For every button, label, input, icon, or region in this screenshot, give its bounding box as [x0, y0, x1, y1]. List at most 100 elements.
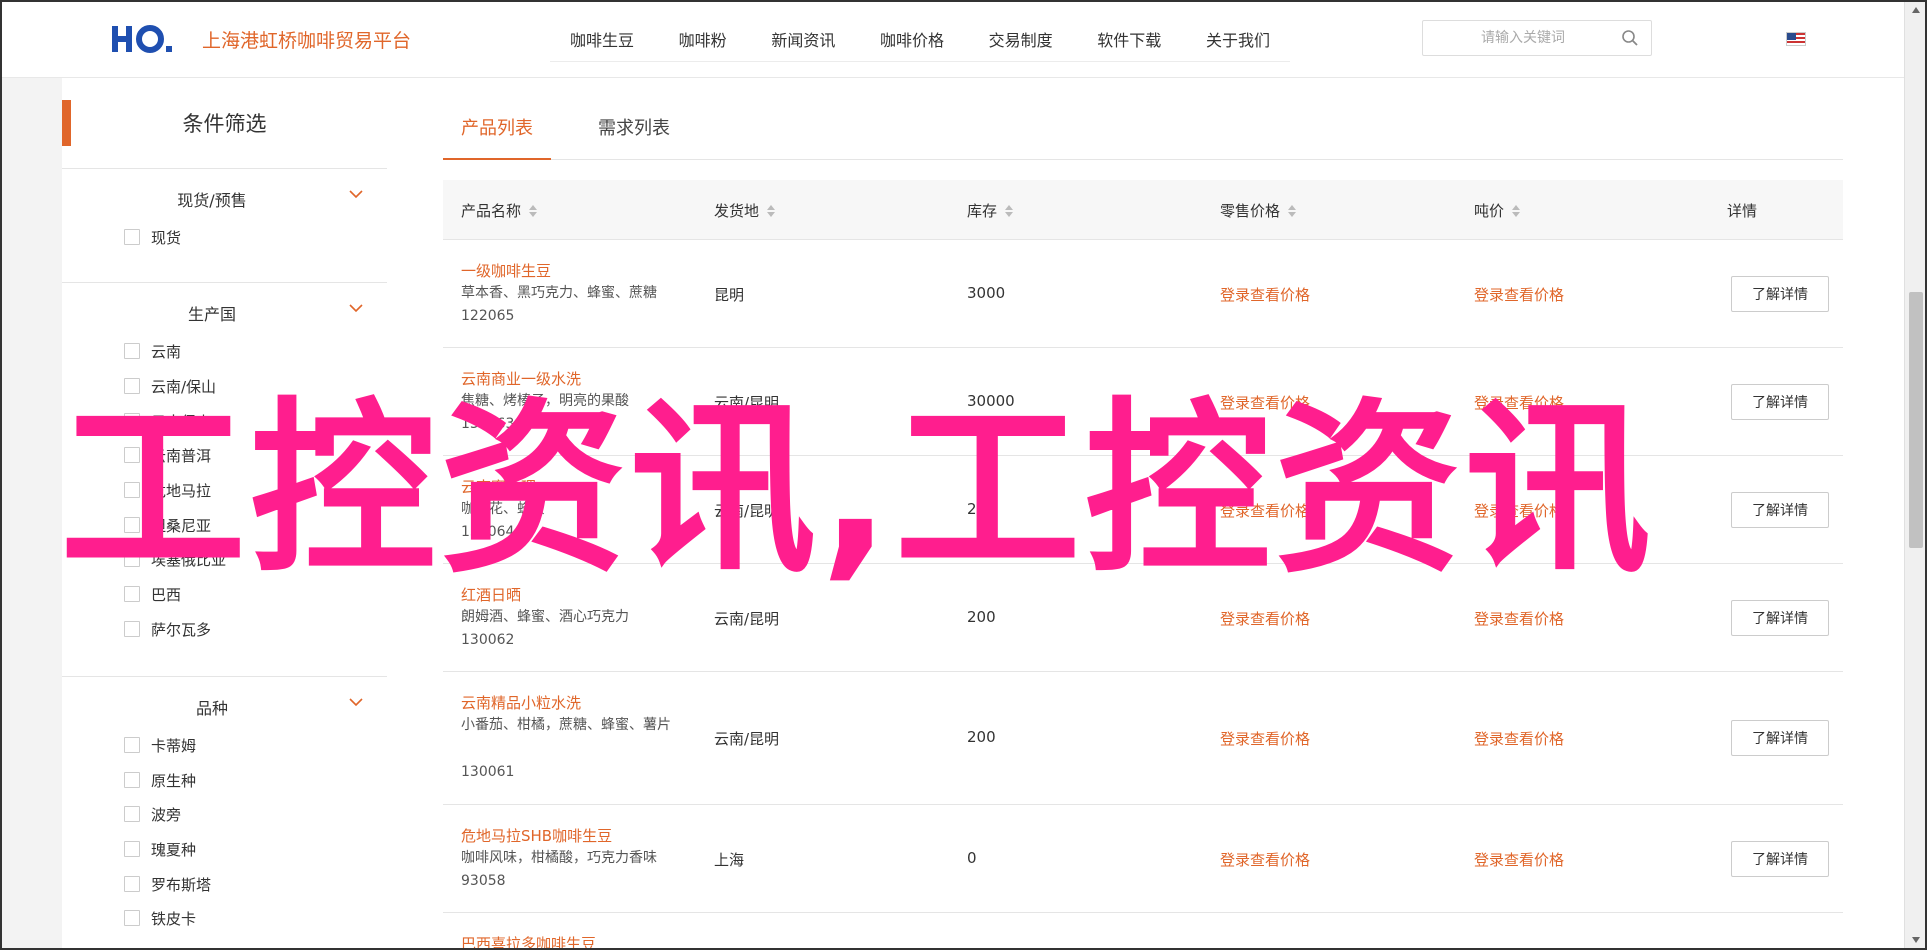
column-header-origin[interactable]: 发货地 — [714, 200, 776, 221]
nav-item-software-download[interactable]: 软件下载 — [1097, 27, 1161, 51]
login-view-ton-price-link[interactable]: 登录查看价格 — [1474, 284, 1564, 305]
filter-option[interactable]: 瑰夏种 — [124, 837, 196, 861]
page-scrollbar[interactable] — [1904, 0, 1927, 950]
option-label: 埃塞俄比亚 — [151, 550, 227, 569]
table-row: 云南蜜处理 咖啡花、蜂蜜 130064 云南/昆明 200 登录查看价格 登录查… — [443, 456, 1843, 564]
chevron-down-icon[interactable] — [347, 299, 365, 317]
column-header-name[interactable]: 产品名称 — [461, 200, 538, 221]
site-title[interactable]: 上海港虹桥咖啡贸易平台 — [202, 26, 411, 53]
view-details-button[interactable]: 了解详情 — [1731, 492, 1829, 528]
sort-icon[interactable] — [1512, 204, 1521, 217]
checkbox[interactable] — [124, 413, 140, 429]
login-view-ton-price-link[interactable]: 登录查看价格 — [1474, 500, 1564, 521]
login-view-ton-price-link[interactable]: 登录查看价格 — [1474, 728, 1564, 749]
filter-option[interactable]: 萨尔瓦多 — [124, 617, 211, 641]
filter-option[interactable]: 罗布斯塔 — [124, 872, 211, 896]
chevron-down-icon[interactable] — [347, 693, 365, 711]
filter-option[interactable]: 云南 — [124, 339, 181, 363]
checkbox[interactable] — [124, 910, 140, 926]
login-view-retail-price-link[interactable]: 登录查看价格 — [1220, 608, 1310, 629]
view-details-button[interactable]: 了解详情 — [1731, 720, 1829, 756]
filter-option[interactable]: 现货 — [124, 225, 181, 249]
checkbox[interactable] — [124, 841, 140, 857]
scroll-up-arrow-icon[interactable] — [1911, 6, 1921, 14]
filter-option[interactable]: 危地马拉 — [124, 478, 211, 502]
filter-option[interactable]: 云南保山 — [124, 409, 211, 433]
nav-item-trading-rules[interactable]: 交易制度 — [989, 27, 1053, 51]
nav-item-about-us[interactable]: 关于我们 — [1206, 27, 1270, 51]
scroll-down-arrow-icon[interactable] — [1911, 936, 1921, 944]
nav-item-prices[interactable]: 咖啡价格 — [880, 27, 944, 51]
checkbox[interactable] — [124, 447, 140, 463]
login-view-ton-price-link[interactable]: 登录查看价格 — [1474, 392, 1564, 413]
column-header-retail-price[interactable]: 零售价格 — [1220, 200, 1297, 221]
checkbox[interactable] — [124, 378, 140, 394]
us-flag-icon[interactable] — [1786, 32, 1806, 46]
login-view-ton-price-link[interactable]: 登录查看价格 — [1474, 849, 1564, 870]
column-label: 产品名称 — [461, 202, 522, 220]
checkbox[interactable] — [124, 229, 140, 245]
product-name-link[interactable]: 危地马拉SHB咖啡生豆 — [461, 825, 612, 846]
filter-option[interactable]: 埃塞俄比亚 — [124, 547, 226, 571]
product-name-link[interactable]: 云南精品小粒水洗 — [461, 692, 581, 713]
table-row: 云南精品小粒水洗 小番茄、柑橘，蔗糖、蜂蜜、薯片 130061 云南/昆明 20… — [443, 672, 1843, 805]
checkbox[interactable] — [124, 737, 140, 753]
login-view-ton-price-link[interactable]: 登录查看价格 — [1474, 608, 1564, 629]
login-view-retail-price-link[interactable]: 登录查看价格 — [1220, 728, 1310, 749]
product-id: 122065 — [461, 308, 515, 324]
scroll-thumb[interactable] — [1909, 292, 1923, 548]
filter-option[interactable]: 坦桑尼亚 — [124, 513, 211, 537]
site-logo[interactable] — [112, 22, 174, 56]
filter-option[interactable]: 铁皮卡 — [124, 906, 196, 930]
filter-group-header[interactable]: 品种 — [62, 677, 387, 733]
tab-product-list[interactable]: 产品列表 — [443, 98, 551, 160]
column-header-stock[interactable]: 库存 — [967, 200, 1014, 221]
login-view-retail-price-link[interactable]: 登录查看价格 — [1220, 392, 1310, 413]
column-header-ton-price[interactable]: 吨价 — [1474, 200, 1521, 221]
login-view-retail-price-link[interactable]: 登录查看价格 — [1220, 500, 1310, 521]
product-name-link[interactable]: 云南蜜处理 — [461, 476, 536, 497]
search-icon[interactable] — [1621, 29, 1639, 47]
login-view-retail-price-link[interactable]: 登录查看价格 — [1220, 849, 1310, 870]
filter-option[interactable]: 波旁 — [124, 802, 181, 826]
nav-item-news[interactable]: 新闻资讯 — [771, 27, 835, 51]
product-description: 咖啡花、蜂蜜 — [461, 501, 545, 517]
view-details-button[interactable]: 了解详情 — [1731, 841, 1829, 877]
product-name-link[interactable]: 红酒日晒 — [461, 584, 521, 605]
filter-option[interactable]: 卡蒂姆 — [124, 733, 196, 757]
tab-demand-list[interactable]: 需求列表 — [569, 98, 699, 160]
checkbox[interactable] — [124, 551, 140, 567]
product-name-link[interactable]: 一级咖啡生豆 — [461, 260, 551, 281]
filter-option[interactable]: 原生种 — [124, 768, 196, 792]
checkbox[interactable] — [124, 482, 140, 498]
option-label: 现货 — [151, 228, 182, 247]
checkbox[interactable] — [124, 876, 140, 892]
login-view-retail-price-link[interactable]: 登录查看价格 — [1220, 284, 1310, 305]
origin-cell: 云南/昆明 — [714, 502, 780, 520]
product-name-link[interactable]: 巴西喜拉多咖啡生豆 — [461, 933, 596, 950]
chevron-down-icon[interactable] — [347, 185, 365, 203]
view-details-button[interactable]: 了解详情 — [1731, 276, 1829, 312]
nav-item-coffee-powder[interactable]: 咖啡粉 — [679, 27, 727, 51]
checkbox[interactable] — [124, 806, 140, 822]
filter-option[interactable]: 云南/保山 — [124, 374, 216, 398]
filter-option[interactable]: 云南普洱 — [124, 443, 211, 467]
checkbox[interactable] — [124, 621, 140, 637]
sort-icon[interactable] — [767, 204, 776, 217]
view-details-button[interactable]: 了解详情 — [1731, 384, 1829, 420]
filter-group-header[interactable]: 生产国 — [62, 283, 387, 339]
filter-group-header[interactable]: 现货/预售 — [62, 169, 387, 225]
sort-icon[interactable] — [1005, 204, 1014, 217]
checkbox[interactable] — [124, 517, 140, 533]
product-name-link[interactable]: 云南商业一级水洗 — [461, 368, 581, 389]
sort-icon[interactable] — [529, 204, 538, 217]
sort-icon[interactable] — [1288, 204, 1297, 217]
nav-item-green-beans[interactable]: 咖啡生豆 — [570, 27, 634, 51]
checkbox[interactable] — [124, 343, 140, 359]
checkbox[interactable] — [124, 772, 140, 788]
search-input[interactable] — [1433, 27, 1613, 49]
filter-option[interactable]: 巴西 — [124, 582, 181, 606]
checkbox[interactable] — [124, 586, 140, 602]
main-content: 产品列表 需求列表 产品名称 发货地 库存 零售价格 吨价 详情 一级咖啡生豆 … — [387, 78, 1904, 950]
view-details-button[interactable]: 了解详情 — [1731, 600, 1829, 636]
